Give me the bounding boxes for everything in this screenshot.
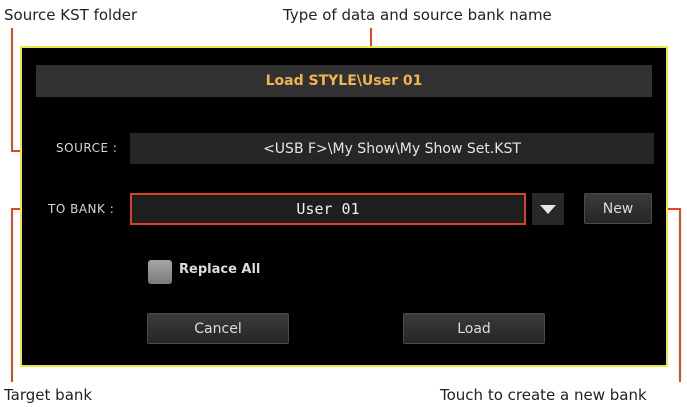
new-bank-button[interactable]: New — [584, 193, 652, 224]
annotation-target-bank: Target bank — [4, 386, 93, 404]
to-bank-label: TO BANK : — [48, 202, 115, 216]
source-label: SOURCE : — [56, 141, 118, 155]
bank-dropdown-button[interactable] — [532, 193, 564, 225]
callout-line — [11, 208, 13, 382]
source-path-field: <USB F>\My Show\My Show Set.KST — [130, 133, 654, 164]
target-bank-field[interactable]: User 01 — [130, 193, 526, 225]
cancel-button[interactable]: Cancel — [147, 313, 289, 344]
chevron-down-icon — [540, 205, 556, 214]
replace-all-label: Replace All — [179, 262, 261, 277]
annotation-type-and-bank: Type of data and source bank name — [283, 6, 552, 24]
callout-line — [679, 208, 681, 382]
annotation-new-bank: Touch to create a new bank — [440, 386, 647, 404]
dialog-title: Load STYLE\User 01 — [36, 65, 652, 97]
load-dialog: Load STYLE\User 01 SOURCE : <USB F>\My S… — [20, 46, 668, 367]
annotation-source-folder: Source KST folder — [4, 6, 138, 24]
callout-line — [11, 28, 13, 152]
load-button[interactable]: Load — [403, 313, 545, 344]
replace-all-checkbox[interactable] — [148, 260, 172, 284]
